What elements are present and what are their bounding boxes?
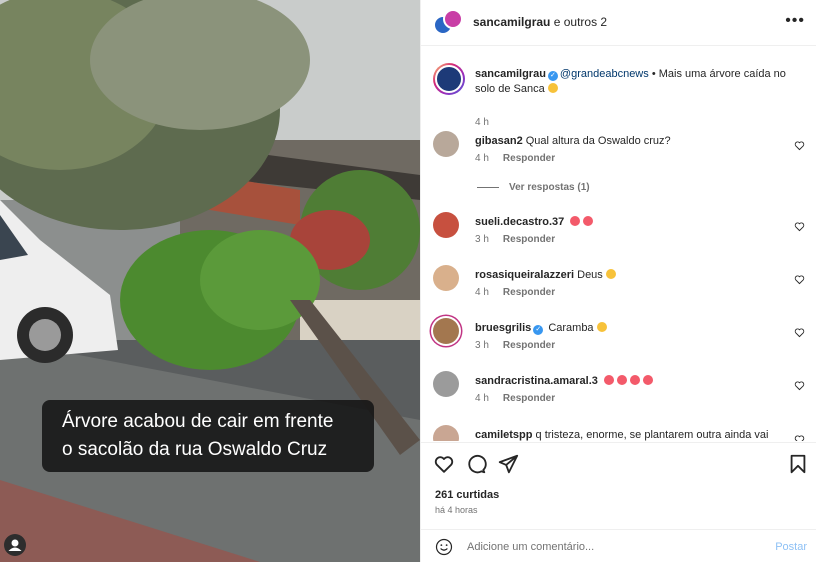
comment-body: Qual altura da Oswaldo cruz? — [525, 135, 671, 147]
comment-time[interactable]: 3 h — [475, 340, 489, 351]
avatar[interactable] — [433, 318, 459, 344]
like-comment-heart-icon[interactable] — [794, 140, 805, 151]
like-comment-heart-icon[interactable] — [794, 274, 805, 285]
comment-time[interactable]: 3 h — [475, 234, 489, 245]
like-comment-heart-icon[interactable] — [794, 380, 805, 391]
comment-item: gibasan2 Qual altura da Oswaldo cruz? 4 … — [433, 131, 807, 179]
comment-time[interactable]: 4 h — [475, 153, 489, 164]
likes-count[interactable]: 261 curtidas — [435, 489, 499, 501]
comment-item: camiletspp q tristeza, enorme, se planta… — [433, 425, 807, 441]
comment-text: sueli.decastro.37 — [475, 215, 775, 229]
like-heart-icon[interactable] — [433, 453, 455, 475]
caption-time[interactable]: 4 h — [475, 117, 489, 128]
tagged-users-icon[interactable] — [4, 534, 26, 556]
post-side-panel: sancamilgrau e outros 2 ••• sancamilgrau… — [420, 0, 816, 562]
avatar — [443, 9, 463, 29]
like-comment-heart-icon[interactable] — [794, 434, 805, 441]
comment-time[interactable]: 4 h — [475, 393, 489, 404]
post-actions: 261 curtidas há 4 horas Postar — [421, 442, 816, 562]
post-media[interactable]: Árvore acabou de cair em frente o sacolã… — [0, 0, 420, 562]
crying-emoji-icon — [629, 375, 640, 385]
reply-button[interactable]: Responder — [503, 393, 555, 404]
verified-badge-icon: ✓ — [547, 71, 558, 81]
video-caption-overlay: Árvore acabou de cair em frente o sacolã… — [42, 400, 374, 472]
comment-text: bruesgrilis ✓ Caramba — [475, 321, 775, 335]
comment-time[interactable]: 4 h — [475, 287, 489, 298]
comment-text: sandracristina.amaral.3 — [475, 374, 775, 388]
comment-text: gibasan2 Qual altura da Oswaldo cruz? — [475, 134, 775, 148]
caption-line-2: o sacolão da rua Oswaldo Cruz — [62, 439, 328, 460]
save-bookmark-icon[interactable] — [787, 453, 809, 475]
avatar[interactable] — [433, 63, 465, 95]
comment-item: rosasiqueiralazzeri Deus 4 h Responder — [433, 265, 807, 313]
astonished-emoji-icon — [547, 83, 558, 93]
caption-line-1: Árvore acabou de cair em frente — [62, 411, 334, 432]
comment-username[interactable]: bruesgrilis — [475, 322, 531, 334]
post-photo — [0, 0, 420, 562]
author-username[interactable]: sancamilgrau — [473, 15, 550, 29]
avatar[interactable] — [433, 131, 459, 157]
emoji-picker-icon[interactable] — [435, 538, 453, 556]
comment-username[interactable]: sandracristina.amaral.3 — [475, 375, 598, 387]
comment-item: bruesgrilis ✓ Caramba 3 h Responder — [433, 318, 807, 366]
caption-mention[interactable]: @grandeabcnews — [560, 68, 649, 80]
comment-body: q tristeza, enorme, se plantarem outra a… — [535, 429, 769, 441]
post-comment-button[interactable]: Postar — [775, 541, 807, 553]
comment-item: sandracristina.amaral.3 4 h Responder — [433, 371, 807, 419]
verified-badge-icon: ✓ — [533, 325, 544, 335]
crying-emoji-icon — [616, 375, 627, 385]
comment-bubble-icon[interactable] — [465, 453, 487, 475]
like-comment-heart-icon[interactable] — [794, 327, 805, 338]
crying-emoji-icon — [583, 216, 594, 226]
collab-avatars[interactable] — [433, 9, 463, 37]
post-time-ago[interactable]: há 4 horas — [435, 505, 478, 515]
comment-body: Caramba — [548, 322, 594, 334]
reply-button[interactable]: Responder — [503, 153, 555, 164]
astonished-emoji-icon — [605, 269, 616, 279]
comment-username[interactable]: camiletspp — [475, 429, 532, 441]
collab-suffix[interactable]: e outros 2 — [550, 15, 607, 29]
caption-text: sancamilgrau ✓ @grandeabcnews • Mais uma á… — [475, 67, 801, 97]
crying-emoji-icon — [642, 375, 653, 385]
like-comment-heart-icon[interactable] — [794, 221, 805, 232]
reply-button[interactable]: Responder — [503, 340, 555, 351]
view-replies-label: Ver respostas (1) — [509, 182, 590, 193]
share-send-icon[interactable] — [497, 453, 519, 475]
comment-text: rosasiqueiralazzeri Deus — [475, 268, 775, 282]
comment-body: Deus — [577, 269, 603, 281]
reply-button[interactable]: Responder — [503, 287, 555, 298]
add-comment-bar: Postar — [421, 529, 816, 562]
comment-item: sueli.decastro.37 3 h Responder — [433, 212, 807, 260]
comment-username[interactable]: sueli.decastro.37 — [475, 216, 564, 228]
comments-list[interactable]: sancamilgrau ✓ @grandeabcnews • Mais uma á… — [421, 47, 816, 441]
reply-button[interactable]: Responder — [503, 234, 555, 245]
caption-username[interactable]: sancamilgrau — [475, 68, 546, 80]
avatar[interactable] — [433, 212, 459, 238]
comment-username[interactable]: gibasan2 — [475, 135, 523, 147]
avatar[interactable] — [433, 265, 459, 291]
comment-meta: 3 h Responder — [475, 340, 569, 351]
comment-meta: 4 h Responder — [475, 287, 569, 298]
avatar[interactable] — [433, 425, 459, 441]
crying-emoji-icon — [603, 375, 614, 385]
crying-emoji-icon — [570, 216, 581, 226]
astonished-emoji-icon — [596, 322, 607, 332]
comment-username[interactable]: rosasiqueiralazzeri — [475, 269, 574, 281]
add-comment-input[interactable] — [467, 537, 767, 557]
post-author[interactable]: sancamilgrau e outros 2 — [473, 15, 607, 29]
comment-text: camiletspp q tristeza, enorme, se planta… — [475, 428, 775, 441]
post-header: sancamilgrau e outros 2 ••• — [421, 0, 816, 46]
more-options-icon[interactable]: ••• — [785, 12, 805, 30]
comment-meta: 4 h Responder — [475, 153, 569, 164]
comment-meta: 4 h Responder — [475, 393, 569, 404]
comment-meta: 3 h Responder — [475, 234, 569, 245]
avatar[interactable] — [433, 371, 459, 397]
view-replies-button[interactable]: Ver respostas (1) — [477, 182, 590, 193]
instagram-post-view: Árvore acabou de cair em frente o sacolã… — [0, 0, 816, 562]
